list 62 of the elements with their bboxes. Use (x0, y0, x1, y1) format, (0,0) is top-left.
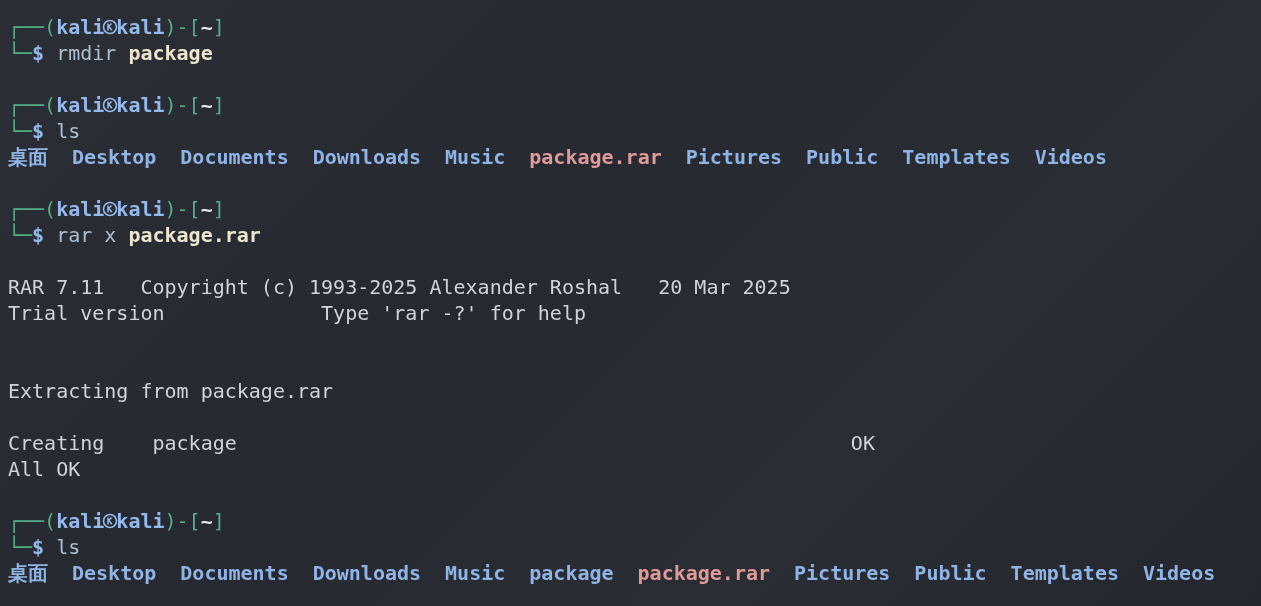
username: kali (56, 92, 105, 118)
hostname: kali (116, 508, 165, 534)
file-entry: Templates (902, 144, 1011, 170)
prompt-frame: ] (212, 14, 225, 40)
output-line: Trial version Type 'rar -?' for help (8, 300, 586, 326)
file-entry: Documents (180, 560, 289, 586)
output-line: Creating package OK (8, 430, 875, 456)
hostname: kali (116, 92, 165, 118)
file-entry: Videos (1142, 560, 1216, 586)
file-entry: 桌面 (8, 144, 48, 170)
file-entry: Templates (1010, 560, 1119, 586)
file-entry: Downloads (312, 560, 422, 586)
file-entry: Documents (180, 144, 289, 170)
prompt-symbol: $ (32, 40, 45, 66)
file-entry: Music (445, 560, 506, 586)
file-entry: package.rar (637, 560, 770, 586)
directory: ~ (200, 196, 213, 222)
prompt-symbol: $ (32, 118, 45, 144)
username: kali (56, 196, 105, 222)
prompt-frame: └─ (8, 222, 33, 248)
file-entry: Music (445, 144, 506, 170)
hostname: kali (116, 14, 165, 40)
output-line: Extracting from package.rar (8, 378, 334, 404)
prompt-frame: └─ (8, 40, 33, 66)
output-line: RAR 7.11 Copyright (c) 1993-2025 Alexander Roshal 20 Mar 2025 (8, 274, 791, 300)
file-entry: Desktop (72, 144, 157, 170)
file-entry: package (529, 560, 614, 586)
file-entry: Desktop (72, 560, 157, 586)
directory: ~ (200, 92, 213, 118)
prompt-frame: ┌──( (8, 92, 57, 118)
file-entry: Videos (1034, 144, 1107, 170)
file-entry: Public (806, 144, 879, 170)
file-entry: Downloads (312, 144, 422, 170)
directory: ~ (200, 508, 213, 534)
command-text: ls (56, 118, 81, 144)
file-entry: Public (914, 560, 987, 586)
prompt-frame: └─ (8, 534, 33, 560)
command-text: ls (56, 534, 81, 560)
output-line: All OK (8, 456, 81, 482)
hostname: kali (116, 196, 165, 222)
prompt-frame: )-[ (164, 508, 201, 534)
prompt-frame: └─ (8, 118, 33, 144)
directory: ~ (200, 14, 213, 40)
prompt-frame: ┌──( (8, 196, 57, 222)
file-entry: Pictures (794, 560, 891, 586)
file-entry: package.rar (529, 144, 662, 170)
prompt-frame: ┌──( (8, 14, 57, 40)
username: kali (56, 508, 105, 534)
prompt-frame: )-[ (164, 196, 201, 222)
prompt-frame: ] (212, 196, 225, 222)
command-text: rmdir package (56, 40, 213, 66)
command-text: rar x package.rar (56, 222, 261, 248)
file-entry: 桌面 (8, 560, 48, 586)
prompt-frame: ] (212, 92, 225, 118)
file-entry: Pictures (685, 144, 783, 170)
prompt-symbol: $ (32, 222, 45, 248)
prompt-symbol: $ (32, 534, 45, 560)
username: kali (56, 14, 105, 40)
prompt-frame: )-[ (164, 14, 201, 40)
prompt-frame: )-[ (164, 92, 201, 118)
prompt-frame: ] (212, 508, 225, 534)
prompt-frame: ┌──( (8, 508, 57, 534)
